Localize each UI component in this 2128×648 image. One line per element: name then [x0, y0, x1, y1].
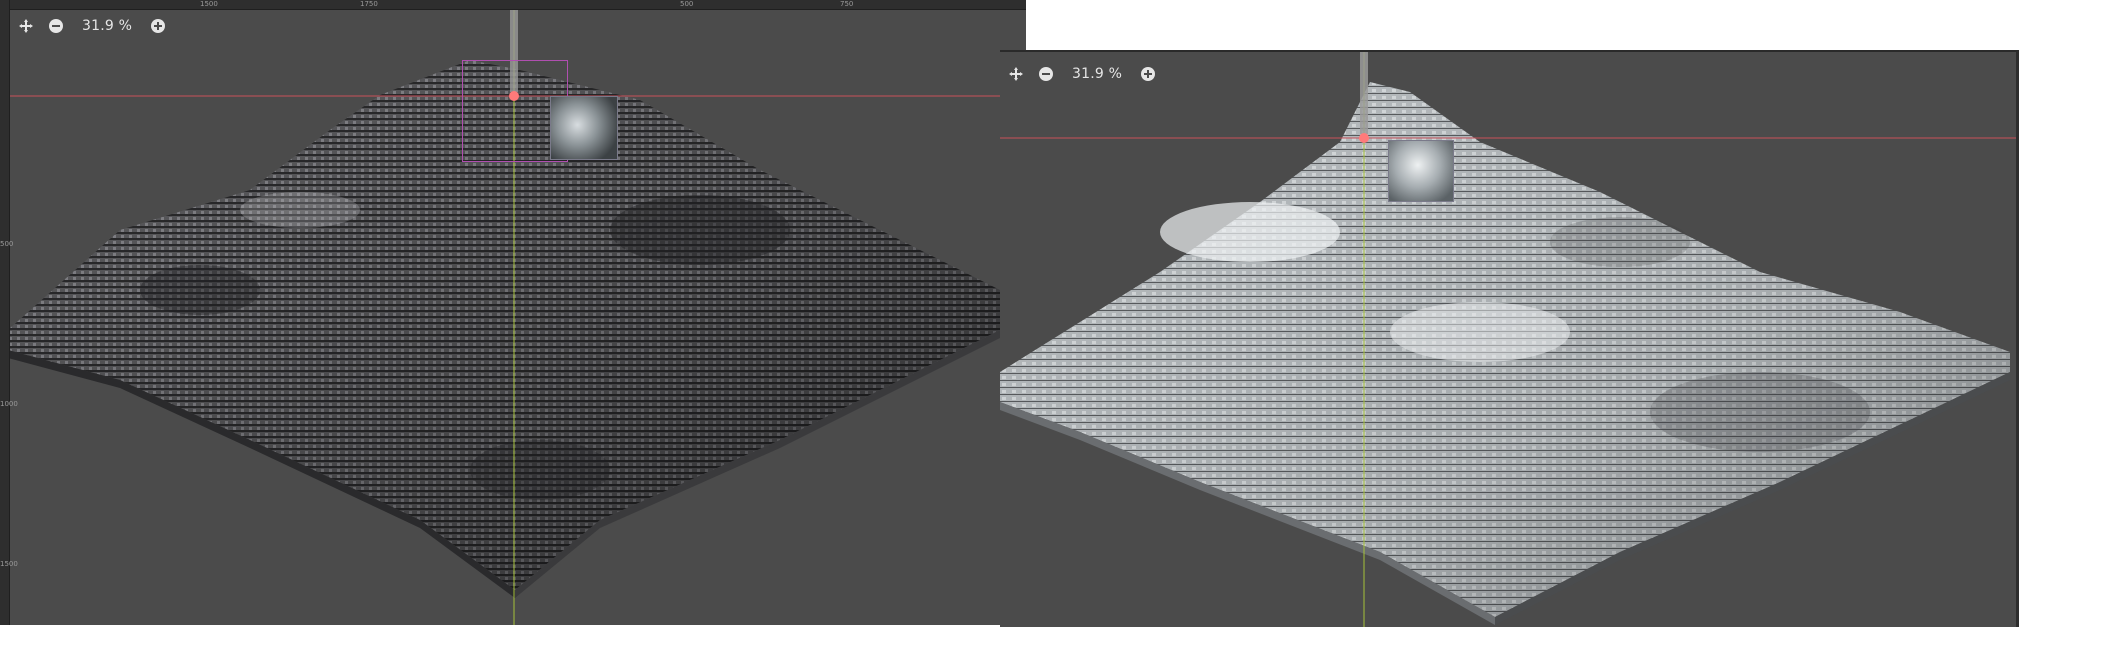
ruler-tick-label: 500	[680, 0, 694, 8]
ruler-tick-label: 1500	[0, 560, 18, 568]
move-gizmo-icon[interactable]	[16, 16, 36, 36]
zoom-level-label[interactable]: 31.9 %	[1066, 66, 1128, 82]
viewport-toolbar: 31.9 %	[16, 16, 168, 36]
zoom-out-icon[interactable]	[1036, 64, 1056, 84]
viewport-right[interactable]: 31.9 %	[1000, 50, 2019, 627]
ruler-tick-label: 500	[0, 240, 14, 248]
zoom-level-label[interactable]: 31.9 %	[76, 18, 138, 34]
zoom-out-icon[interactable]	[46, 16, 66, 36]
heightmap-thumbnail[interactable]	[1388, 140, 1454, 202]
viewport-left[interactable]: 1500 1750 500 750 500 1000 1500 31.9 %	[0, 0, 1026, 625]
ruler-tick-label: 1500	[200, 0, 218, 8]
zoom-in-icon[interactable]	[1138, 64, 1158, 84]
viewport-toolbar: 31.9 %	[1006, 64, 1158, 84]
ruler-tick-label: 1000	[0, 400, 18, 408]
ruler-horizontal: 1500 1750 500 750	[0, 0, 1026, 10]
ruler-vertical: 500 1000 1500	[0, 0, 18, 625]
ruler-tick-label: 1750	[360, 0, 378, 8]
heightmap-thumbnail[interactable]	[550, 96, 618, 160]
ruler-tick-label: 750	[840, 0, 854, 8]
zoom-in-icon[interactable]	[148, 16, 168, 36]
terrain-mesh-light	[1000, 52, 2016, 627]
move-gizmo-icon[interactable]	[1006, 64, 1026, 84]
